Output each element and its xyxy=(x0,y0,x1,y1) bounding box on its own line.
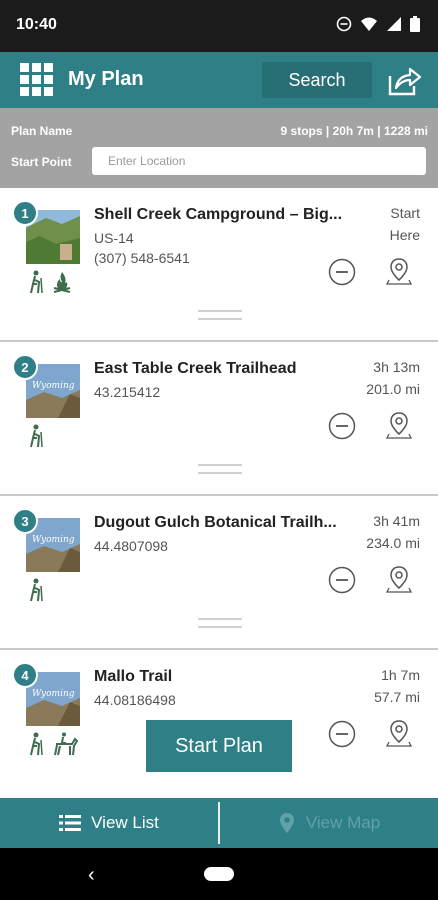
do-not-disturb-icon xyxy=(336,16,352,32)
stop-name: East Table Creek Trailhead xyxy=(94,360,297,377)
stop-detail: US-14 xyxy=(94,230,134,246)
hiking-icon xyxy=(30,424,43,448)
stop-number-badge: 2 xyxy=(12,354,38,380)
stop-meta-line1: Start xyxy=(390,205,420,221)
tab-view-map[interactable]: View Map xyxy=(220,798,438,848)
status-bar: 10:40 xyxy=(0,0,438,52)
stop-card[interactable]: 2 Wyoming East Table Creek Trailhead 43.… xyxy=(0,342,438,494)
menu-grid-icon[interactable] xyxy=(20,63,54,97)
stop-phone: (307) 548-6541 xyxy=(94,250,190,266)
status-time: 10:40 xyxy=(16,16,57,33)
stop-meta-line1: 3h 13m xyxy=(373,359,420,375)
campfire-icon xyxy=(53,272,71,293)
stop-name: Shell Creek Campground – Big... xyxy=(94,206,343,223)
remove-stop-button[interactable] xyxy=(328,412,356,440)
stops-list[interactable]: 1 Shell Creek Campground – Big... US-14 … xyxy=(0,188,438,798)
tab-view-list[interactable]: View List xyxy=(0,798,218,848)
map-pin-icon[interactable] xyxy=(384,256,414,286)
stop-number-badge: 4 xyxy=(12,662,38,688)
signal-icon xyxy=(387,17,401,31)
stop-meta-line2: 201.0 mi xyxy=(366,381,420,397)
system-nav-bar: ‹ xyxy=(0,848,438,900)
tab-view-map-label: View Map xyxy=(305,813,381,832)
stop-meta-line2: 234.0 mi xyxy=(366,535,420,551)
tab-view-list-label: View List xyxy=(91,813,159,832)
svg-text:Wyoming: Wyoming xyxy=(32,689,75,699)
drag-handle[interactable] xyxy=(198,618,242,628)
remove-stop-button[interactable] xyxy=(328,566,356,594)
start-point-label: Start Point xyxy=(11,155,72,169)
remove-stop-button[interactable] xyxy=(328,720,356,748)
activity-icons xyxy=(28,732,78,756)
share-icon[interactable] xyxy=(386,64,422,98)
stop-name: Dugout Gulch Botanical Trailh... xyxy=(94,514,337,531)
wifi-icon xyxy=(361,17,377,31)
bottom-tabs: View List View Map xyxy=(0,798,438,848)
start-location-input[interactable] xyxy=(92,147,426,175)
stop-number-badge: 1 xyxy=(12,200,38,226)
stop-meta-line1: 1h 7m xyxy=(381,667,420,683)
map-marker-icon xyxy=(279,813,294,833)
stop-name: Mallo Trail xyxy=(94,668,173,685)
stop-card[interactable]: 3 Wyoming Dugout Gulch Botanical Trailh.… xyxy=(0,496,438,648)
page-title: My Plan xyxy=(68,68,144,90)
stop-detail: 43.215412 xyxy=(94,384,161,400)
svg-text:Wyoming: Wyoming xyxy=(32,535,75,545)
stop-meta: 3h 13m 201.0 mi xyxy=(350,356,420,400)
stop-meta: 1h 7m 57.7 mi xyxy=(350,664,420,708)
back-icon[interactable]: ‹ xyxy=(88,864,95,887)
stop-meta: Start Here xyxy=(350,202,420,246)
plan-summary: 9 stops | 20h 7m | 1228 mi xyxy=(280,124,428,138)
stop-detail: 44.4807098 xyxy=(94,538,168,554)
stop-meta-line2: Here xyxy=(389,227,420,243)
plan-panel: Plan Name 9 stops | 20h 7m | 1228 mi Sta… xyxy=(0,108,438,188)
drag-handle[interactable] xyxy=(198,464,242,474)
stop-meta: 3h 41m 234.0 mi xyxy=(350,510,420,554)
list-icon xyxy=(59,815,82,831)
status-icons xyxy=(336,16,420,32)
stop-detail: 44.08186498 xyxy=(94,692,176,708)
search-button[interactable]: Search xyxy=(262,62,372,98)
hiking-icon xyxy=(30,578,43,602)
drag-handle[interactable] xyxy=(198,310,242,320)
start-plan-button[interactable]: Start Plan xyxy=(146,720,292,772)
remove-stop-button[interactable] xyxy=(328,258,356,286)
plan-name-label: Plan Name xyxy=(11,124,73,138)
map-pin-icon[interactable] xyxy=(384,564,414,594)
map-pin-icon[interactable] xyxy=(384,410,414,440)
stop-meta-line2: 57.7 mi xyxy=(374,689,420,705)
activity-icons xyxy=(28,578,44,602)
battery-icon xyxy=(410,16,420,32)
horse-riding-icon xyxy=(54,732,78,756)
stop-number-badge: 3 xyxy=(12,508,38,534)
activity-icons xyxy=(28,270,72,294)
map-pin-icon[interactable] xyxy=(384,718,414,748)
hiking-icon xyxy=(30,732,43,756)
activity-icons xyxy=(28,424,44,448)
stop-card[interactable]: 1 Shell Creek Campground – Big... US-14 … xyxy=(0,188,438,340)
home-pill-icon[interactable] xyxy=(204,867,234,881)
stop-meta-line1: 3h 41m xyxy=(373,513,420,529)
hiking-icon xyxy=(30,270,43,294)
svg-text:Wyoming: Wyoming xyxy=(32,381,75,391)
app-bar: My Plan Search xyxy=(0,52,438,108)
